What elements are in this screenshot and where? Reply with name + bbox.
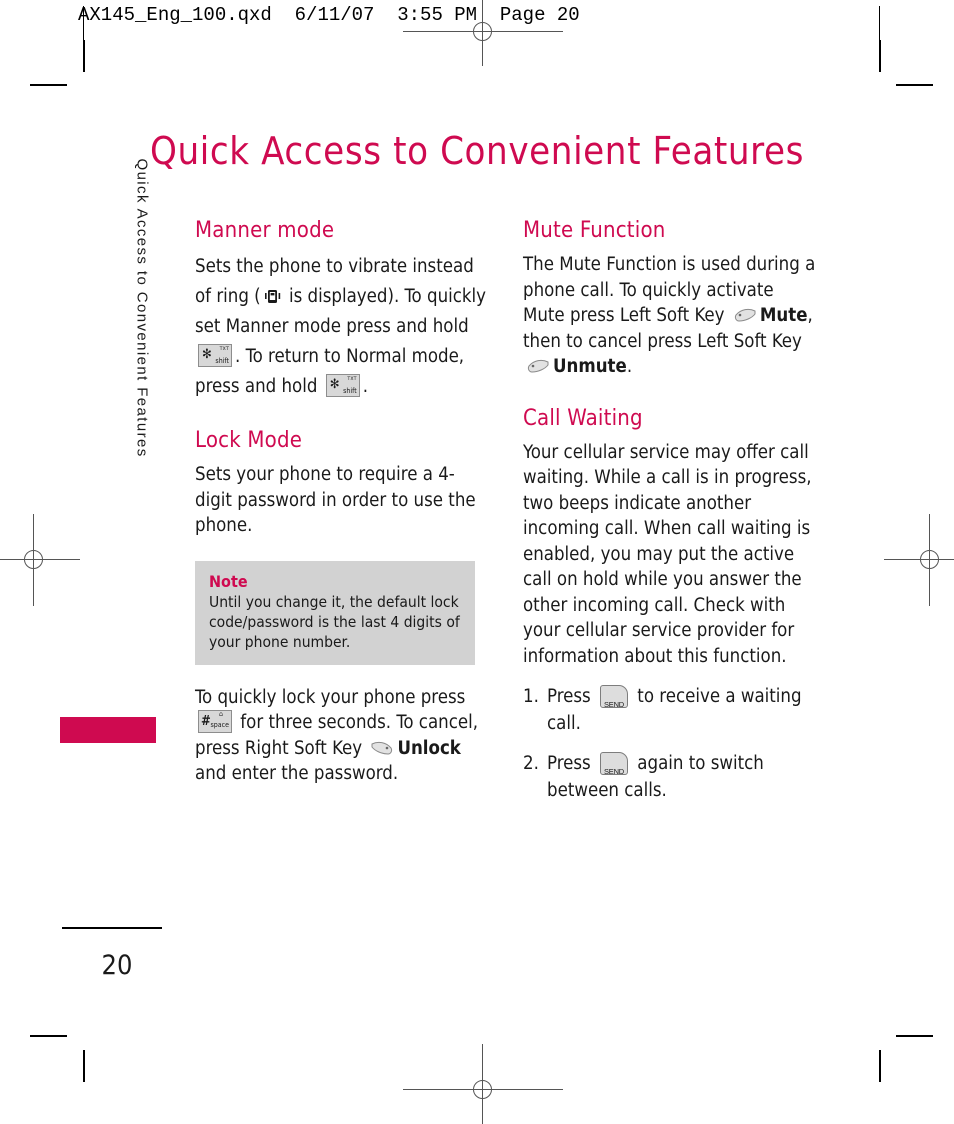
mute-bold-unmute: Unmute (553, 356, 627, 377)
step-1-text-before: Press (547, 686, 597, 707)
manner-text-4: . (362, 376, 368, 397)
paragraph-quick-lock: To quickly lock your phone press # ⌂ spa… (195, 685, 489, 787)
crop-mark-bottom-left-h (30, 1035, 67, 1037)
list-item: 2. Press SEND again to switch between cal… (523, 750, 817, 804)
heading-manner-mode: Manner mode (195, 218, 335, 243)
mute-bold-mute: Mute (759, 305, 808, 326)
heading-mute-function: Mute Function (523, 218, 666, 243)
left-soft-key-icon-2 (525, 357, 551, 377)
right-column: Mute Function The Mute Function is used … (523, 218, 817, 817)
hash-space-key-icon: # ⌂ space (198, 710, 232, 733)
crop-mark-top-right-h (896, 84, 933, 86)
send-key-icon: SEND (600, 685, 629, 709)
left-column: Manner mode Sets the phone to vibrate in… (195, 218, 489, 799)
send-key-icon-2: SEND (600, 752, 629, 776)
registration-mark-left (0, 514, 80, 606)
left-soft-key-icon (732, 306, 758, 326)
vibrate-icon (263, 286, 282, 305)
star-shift-key-sub2: shift (215, 357, 229, 365)
mute-text-3: . (626, 356, 633, 377)
star-shift-key-main-2: ✻ (329, 377, 340, 392)
registration-mark-bottom (403, 1044, 563, 1124)
star-shift-key-icon-2: ✻ ᴛxᴛ shift (325, 374, 360, 397)
send-key-label: SEND (603, 700, 625, 709)
note-body: Until you change it, the default lock co… (209, 592, 460, 651)
lock-text-1: To quickly lock your phone press (195, 686, 466, 708)
page-number: 20 (101, 950, 133, 981)
crop-mark-bottom-left-v (83, 1050, 85, 1082)
heading-lock-mode: Lock Mode (195, 428, 303, 453)
paragraph-call-waiting: Your cellular service may offer call wai… (523, 441, 812, 667)
crop-mark-bottom-right-h (896, 1035, 933, 1037)
step-number-1: 1. (523, 686, 539, 707)
star-shift-key-sub2-2: shift (343, 387, 357, 395)
registration-mark-right (884, 514, 954, 606)
crop-mark-bottom-right-v (879, 1050, 881, 1082)
step-2-text-before: Press (547, 753, 597, 774)
crop-mark-top-left-h (30, 84, 67, 86)
list-item: 1. Press SEND to receive a waiting call. (523, 683, 817, 737)
hash-space-key-sub2: space (210, 721, 229, 729)
call-waiting-steps: 1. Press SEND to receive a waiting call. … (523, 683, 817, 804)
lock-bold-unlock: Unlock (397, 737, 461, 759)
footer-rule (62, 927, 162, 929)
paragraph-lock-mode: Sets your phone to require a 4-digit pas… (195, 464, 476, 536)
side-tab-label: Quick Access to Convenient Features (133, 158, 151, 458)
star-shift-key-sub: ᴛxᴛ (219, 345, 229, 352)
header-bar-right (879, 6, 880, 58)
paragraph-mute-function: The Mute Function is used during a phone… (523, 252, 817, 380)
note-title: Note (209, 571, 248, 591)
side-tab-block (60, 717, 156, 743)
hash-space-key-sub: ⌂ (219, 710, 223, 718)
print-header-imprint: AX145_Eng_100.qxd 6/11/07 3:55 PM Page 2… (78, 4, 580, 26)
step-number-2: 2. (523, 753, 539, 774)
send-key-label-2: SEND (603, 767, 625, 776)
star-shift-key-sub-2: ᴛxᴛ (347, 375, 357, 382)
paragraph-manner-mode: Sets the phone to vibrate instead of rin… (195, 252, 489, 402)
star-shift-key-main: ✻ (202, 347, 212, 362)
lock-text-3: and enter the password. (195, 763, 399, 784)
right-soft-key-icon (369, 739, 395, 759)
heading-call-waiting: Call Waiting (523, 405, 643, 431)
note-box: Note Until you change it, the default lo… (195, 560, 475, 665)
hash-space-key-main: # (201, 714, 211, 729)
star-shift-key-icon: ✻ ᴛxᴛ shift (198, 344, 232, 367)
